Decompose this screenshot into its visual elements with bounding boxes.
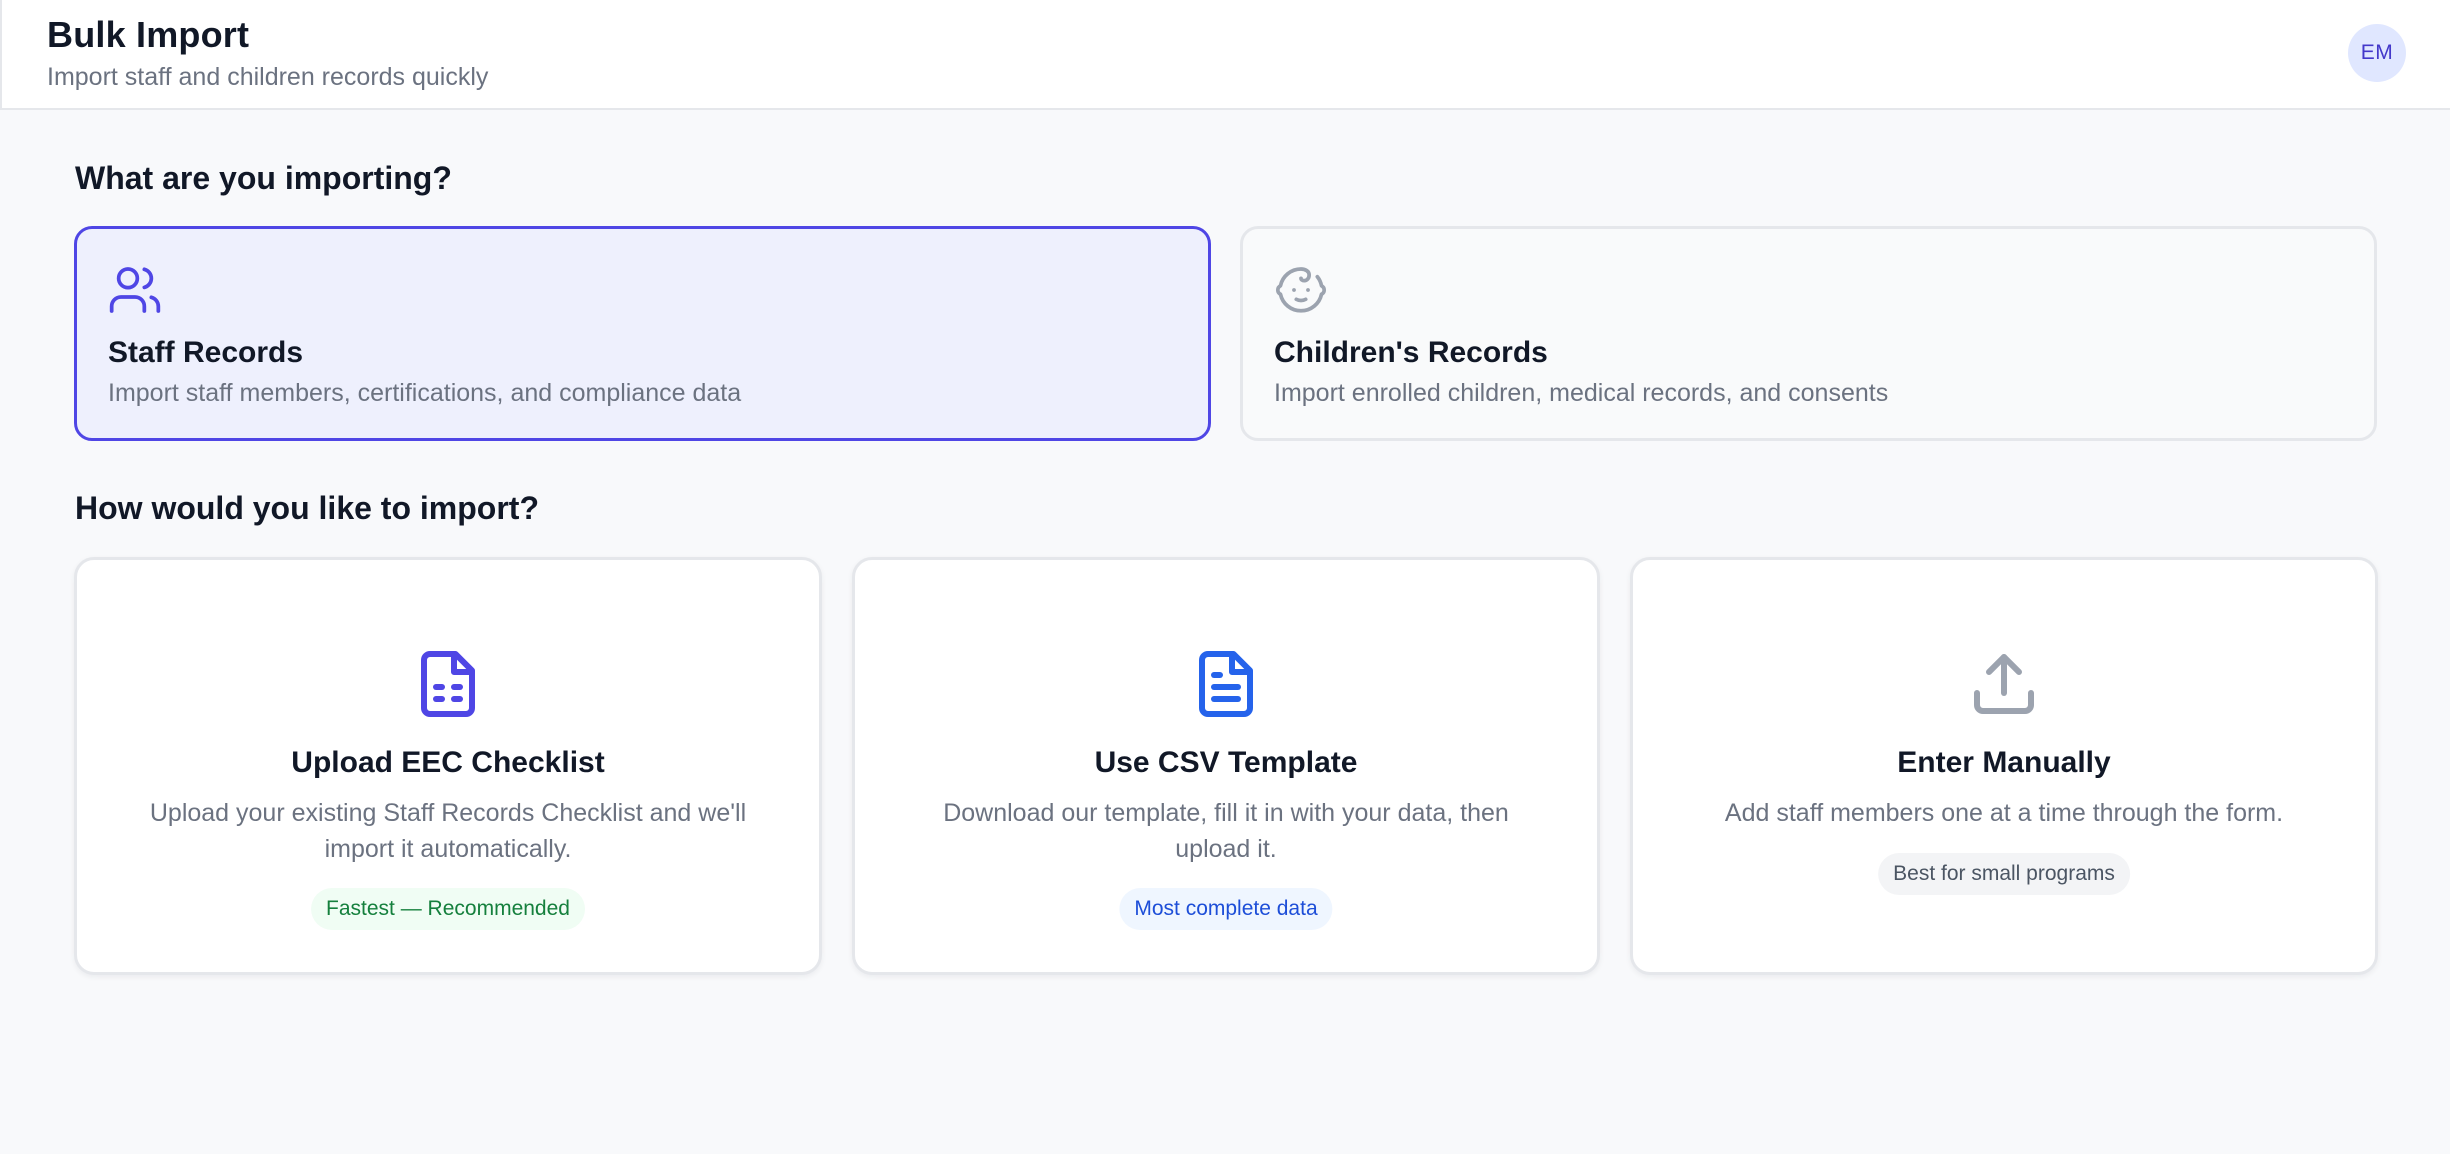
import-type-title: Staff Records bbox=[108, 336, 304, 369]
use-csv-template-card[interactable]: Use CSV Template Download our template, … bbox=[852, 557, 1600, 975]
upload-eec-checklist-card[interactable]: Upload EEC Checklist Upload your existin… bbox=[74, 557, 822, 975]
import-type-title: Children's Records bbox=[1274, 336, 1548, 369]
import-type-description: Import enrolled children, medical record… bbox=[1274, 379, 1889, 407]
recommended-badge: Fastest — Recommended bbox=[311, 888, 585, 930]
method-description: Download our template, fill it in with y… bbox=[943, 799, 1509, 863]
small-programs-badge: Best for small programs bbox=[1878, 853, 2130, 895]
file-text-icon bbox=[1190, 648, 1262, 720]
page-header: Bulk Import Import staff and children re… bbox=[0, 0, 2450, 110]
import-type-staff-card[interactable]: Staff Records Import staff members, cert… bbox=[74, 226, 1211, 441]
import-method-heading: How would you like to import? bbox=[75, 490, 539, 526]
page-subtitle: Import staff and children records quickl… bbox=[47, 63, 489, 91]
baby-icon bbox=[1273, 262, 1329, 318]
import-type-description: Import staff members, certifications, an… bbox=[108, 379, 742, 407]
upload-icon bbox=[1968, 648, 2040, 720]
method-title: Upload EEC Checklist bbox=[291, 746, 605, 779]
page-title: Bulk Import bbox=[47, 14, 250, 55]
import-type-children-card[interactable]: Children's Records Import enrolled child… bbox=[1240, 226, 2377, 441]
user-avatar[interactable]: EM bbox=[2348, 24, 2406, 82]
method-description: Add staff members one at a time through … bbox=[1724, 799, 2284, 827]
method-title: Use CSV Template bbox=[1094, 746, 1358, 779]
users-icon bbox=[107, 262, 163, 318]
method-description: Upload your existing Staff Records Check… bbox=[149, 799, 747, 863]
complete-data-badge: Most complete data bbox=[1119, 888, 1333, 930]
file-spreadsheet-icon bbox=[412, 648, 484, 720]
method-title: Enter Manually bbox=[1897, 746, 2111, 779]
enter-manually-card[interactable]: Enter Manually Add staff members one at … bbox=[1630, 557, 2378, 975]
import-type-heading: What are you importing? bbox=[75, 160, 452, 196]
